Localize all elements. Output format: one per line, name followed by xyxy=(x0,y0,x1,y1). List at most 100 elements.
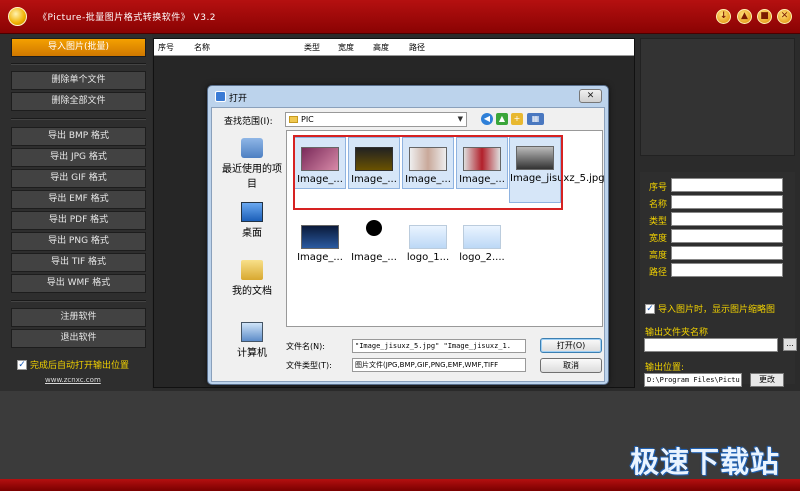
prop-label: 序号 xyxy=(649,183,668,193)
exit-button[interactable]: 退出软件 xyxy=(11,329,146,348)
column-header[interactable]: 路径 xyxy=(409,42,425,53)
app-logo-icon xyxy=(8,7,27,26)
delete-all-button[interactable]: 删除全部文件 xyxy=(11,92,146,111)
place-documents[interactable]: 我的文档 xyxy=(218,260,286,297)
lookin-value: PIC xyxy=(301,115,314,124)
output-location-label: 输出位置: xyxy=(645,363,685,373)
export-pdf-button[interactable]: 导出 PDF 格式 xyxy=(11,211,146,230)
auto-open-checkbox[interactable]: ✓ xyxy=(17,359,27,370)
export-tif-button[interactable]: 导出 TIF 格式 xyxy=(11,253,146,272)
file-view[interactable]: Image_... Image_... Image_... Image_... … xyxy=(286,130,605,327)
register-button[interactable]: 注册软件 xyxy=(11,308,146,327)
prop-label: 名称 xyxy=(649,200,668,210)
place-desktop[interactable]: 桌面 xyxy=(218,202,286,239)
recent-icon xyxy=(241,138,263,158)
filetype-label: 文件类型(T): xyxy=(286,361,332,370)
prop-index-field[interactable] xyxy=(671,178,783,192)
column-header[interactable]: 高度 xyxy=(373,42,389,53)
places-bar: 最近使用的项目 桌面 我的文档 计算机 xyxy=(218,130,286,359)
website-link[interactable]: www.zcnxc.com xyxy=(45,376,101,384)
chevron-down-icon: ▼ xyxy=(457,115,463,123)
open-button[interactable]: 打开(O) xyxy=(540,338,602,353)
prop-label: 类型 xyxy=(649,217,668,227)
back-icon[interactable]: ◀ xyxy=(481,113,493,125)
minimize-tray-button[interactable]: ↓ xyxy=(716,9,731,24)
show-thumbnail-option[interactable]: ✓ 导入图片时，显示图片缩略图 xyxy=(645,302,775,315)
prop-path-field[interactable] xyxy=(671,263,783,277)
prop-label: 宽度 xyxy=(649,234,668,244)
export-bmp-button[interactable]: 导出 BMP 格式 xyxy=(11,127,146,146)
auto-open-label: 完成后自动打开输出位置 xyxy=(30,361,130,371)
file-name: Image_... xyxy=(351,252,397,263)
export-png-button[interactable]: 导出 PNG 格式 xyxy=(11,232,146,251)
place-computer[interactable]: 计算机 xyxy=(218,322,286,359)
properties-panel: 序号 名称 类型 宽度 高度 路径 ✓ 导入图片时，显示图片缩略图 输出文件夹名… xyxy=(640,172,797,387)
close-button[interactable]: ✕ xyxy=(777,9,792,24)
column-header[interactable]: 宽度 xyxy=(338,42,354,53)
prop-height-field[interactable] xyxy=(671,246,783,260)
image-thumbnail xyxy=(463,225,501,249)
show-thumbnail-checkbox[interactable]: ✓ xyxy=(645,303,655,314)
prop-label: 高度 xyxy=(649,251,668,261)
image-thumbnail xyxy=(409,225,447,249)
output-location-input[interactable]: D:\Program Files\Pictu xyxy=(644,373,742,387)
show-thumbnail-label: 导入图片时，显示图片缩略图 xyxy=(658,305,776,315)
column-header[interactable]: 类型 xyxy=(304,42,320,53)
file-name: Image_... xyxy=(297,252,343,263)
column-header[interactable]: 序号 xyxy=(158,42,174,53)
view-menu-icon[interactable]: ▦ xyxy=(527,113,544,125)
file-item[interactable]: Image_... xyxy=(294,225,346,263)
thumbnail-preview xyxy=(640,38,795,156)
filename-label: 文件名(N): xyxy=(286,342,325,351)
auto-open-option[interactable]: ✓ 完成后自动打开输出位置 xyxy=(17,358,129,371)
delete-one-button[interactable]: 删除单个文件 xyxy=(11,71,146,90)
folder-icon xyxy=(289,116,298,123)
lookin-select[interactable]: PIC ▼ xyxy=(285,112,467,127)
prop-width-field[interactable] xyxy=(671,229,783,243)
documents-icon xyxy=(241,260,263,280)
sidebar: 导入图片(批量) 删除单个文件 删除全部文件 导出 BMP 格式 导出 JPG … xyxy=(0,34,152,391)
computer-icon xyxy=(241,322,263,342)
prop-name-field[interactable] xyxy=(671,195,783,209)
filename-input[interactable]: "Image_jisuxz_5.jpg" "Image_jisuxz_1. xyxy=(352,339,526,353)
image-thumbnail xyxy=(359,219,389,249)
place-label: 桌面 xyxy=(242,228,262,239)
change-button[interactable]: 更改 xyxy=(750,373,784,387)
file-item[interactable]: logo_2.... xyxy=(456,225,508,263)
new-folder-icon[interactable]: + xyxy=(511,113,523,125)
column-header[interactable]: 名称 xyxy=(194,42,210,53)
export-wmf-button[interactable]: 导出 WMF 格式 xyxy=(11,274,146,293)
cancel-button[interactable]: 取消 xyxy=(540,358,602,373)
place-label: 最近使用的项目 xyxy=(222,164,282,190)
prop-type-field[interactable] xyxy=(671,212,783,226)
output-folder-input[interactable] xyxy=(644,338,778,352)
divider xyxy=(11,118,146,120)
output-folder-label: 输出文件夹名称 xyxy=(645,328,709,338)
file-name: logo_1... xyxy=(406,252,450,263)
filetype-select[interactable]: 图片文件(JPG,BMP,GIF,PNG,EMF,WMF,TIFF xyxy=(352,358,526,372)
dialog-close-button[interactable]: ✕ xyxy=(579,89,602,103)
dialog-title: 打开 xyxy=(229,94,248,104)
title-bar: 《Picture-批量图片格式转换软件》 V3.2 ↓ ▲ ■ ✕ xyxy=(0,0,800,34)
file-name: logo_2.... xyxy=(459,252,505,263)
export-jpg-button[interactable]: 导出 JPG 格式 xyxy=(11,148,146,167)
file-item[interactable]: Image_... xyxy=(348,219,400,263)
place-label: 计算机 xyxy=(237,348,267,359)
export-emf-button[interactable]: 导出 EMF 格式 xyxy=(11,190,146,209)
topmost-button[interactable]: ▲ xyxy=(737,9,752,24)
footer-bar xyxy=(0,479,800,491)
up-folder-icon[interactable]: ▲ xyxy=(496,113,508,125)
import-images-button[interactable]: 导入图片(批量) xyxy=(11,38,146,57)
open-dialog: 打开 ✕ 查找范围(I): PIC ▼ ◀ ▲ + ▦ 最近使用的项目 桌面 我… xyxy=(207,85,609,385)
browse-button[interactable]: ... xyxy=(783,338,797,351)
selection-highlight xyxy=(293,135,563,210)
place-recent[interactable]: 最近使用的项目 xyxy=(218,138,286,190)
dialog-icon xyxy=(215,91,226,102)
maximize-button[interactable]: ■ xyxy=(757,9,772,24)
export-gif-button[interactable]: 导出 GIF 格式 xyxy=(11,169,146,188)
place-label: 我的文档 xyxy=(232,286,272,297)
divider xyxy=(11,63,146,65)
file-item[interactable]: logo_1... xyxy=(402,225,454,263)
file-list-header: 序号 名称 类型 宽度 高度 路径 xyxy=(154,39,634,56)
app-title: 《Picture-批量图片格式转换软件》 V3.2 xyxy=(38,13,217,23)
